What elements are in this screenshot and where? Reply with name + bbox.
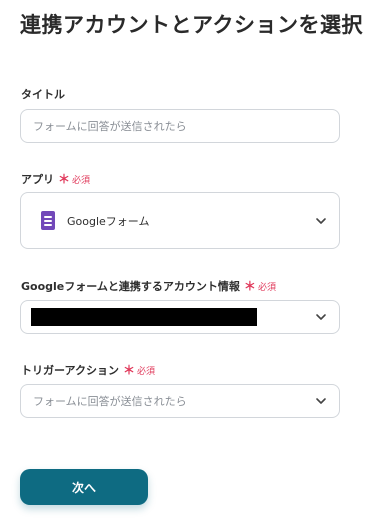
chevron-down-icon — [316, 217, 326, 224]
required-asterisk: ＊ — [58, 172, 71, 186]
redacted-account-value — [31, 308, 257, 326]
trigger-field-label: トリガーアクション＊必須 — [21, 361, 155, 378]
title-label-text: タイトル — [21, 88, 65, 101]
chevron-down-icon — [316, 314, 326, 320]
google-forms-icon — [41, 211, 55, 230]
required-text: 必須 — [72, 176, 91, 186]
account-select[interactable] — [20, 300, 340, 334]
account-field-label: Googleフォームと連携するアカウント情報＊必須 — [21, 277, 276, 294]
next-button[interactable]: 次へ — [20, 469, 148, 505]
account-label-text: Googleフォームと連携するアカウント情報 — [21, 280, 240, 293]
title-input-value: フォームに回答が送信されたら — [33, 120, 187, 133]
trigger-select-value: フォームに回答が送信されたら — [33, 395, 187, 408]
required-text: 必須 — [257, 283, 276, 293]
app-field-label: アプリ ＊必須 — [21, 170, 90, 187]
title-input[interactable]: フォームに回答が送信されたら — [20, 109, 340, 143]
required-asterisk: ＊ — [123, 363, 136, 377]
page: 連携アカウントとアクションを選択 タイトル フォームに回答が送信されたら アプリ… — [0, 0, 391, 529]
app-label-text: アプリ — [21, 173, 54, 186]
page-title: 連携アカウントとアクションを選択 — [20, 13, 363, 37]
title-field-label: タイトル — [21, 86, 65, 102]
required-asterisk: ＊ — [243, 279, 256, 293]
chevron-down-icon — [316, 398, 326, 404]
app-select[interactable]: Googleフォーム — [20, 192, 340, 249]
trigger-select[interactable]: フォームに回答が送信されたら — [20, 384, 340, 418]
app-select-value: Googleフォーム — [67, 214, 150, 228]
required-text: 必須 — [137, 367, 156, 377]
trigger-label-text: トリガーアクション — [21, 364, 120, 377]
